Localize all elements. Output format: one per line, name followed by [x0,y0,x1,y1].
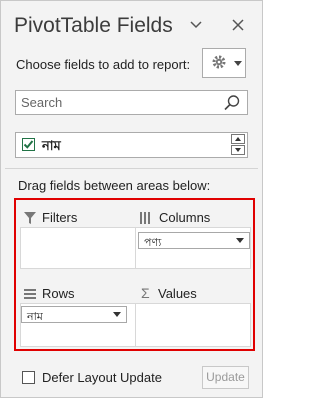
pane-title: PivotTable Fields [14,14,173,37]
field-list: নাম [15,132,248,158]
search-icon[interactable] [223,94,241,112]
gear-icon [210,53,228,76]
columns-field-label: পণ্য [144,237,162,249]
field-label: নাম [42,138,61,153]
field-list-scroll[interactable] [231,134,245,156]
rows-label: Rows [42,286,75,301]
columns-area[interactable]: পণ্য [135,227,251,269]
values-label: Values [158,286,197,301]
sigma-icon: Σ [141,285,150,301]
areas-instruction: Drag fields between areas below: [18,178,211,193]
search-box[interactable] [15,90,248,115]
chevron-down-icon [236,238,244,243]
defer-layout-label: Defer Layout Update [42,370,162,385]
filters-label: Filters [42,210,78,225]
filters-area[interactable] [20,227,136,269]
close-icon[interactable] [228,15,248,37]
defer-layout-checkbox[interactable] [22,371,35,384]
scroll-down-icon[interactable] [231,145,245,155]
chevron-down-icon [113,312,121,317]
field-item[interactable]: নাম [18,135,223,155]
rows-area[interactable]: নাম [20,303,136,347]
choose-fields-label: Choose fields to add to report: [16,57,191,72]
pane-options-chevron-icon[interactable] [186,15,206,37]
field-checkbox[interactable] [22,138,35,151]
chevron-down-icon [234,61,242,66]
columns-label: Columns [159,210,211,225]
divider [5,168,258,169]
search-input[interactable] [21,94,221,111]
pivottable-fields-pane: PivotTable Fields Choose fields to add t… [0,0,263,398]
scroll-up-icon[interactable] [231,134,245,144]
columns-field-dropdown[interactable]: পণ্য [138,232,250,249]
update-button[interactable]: Update [202,366,249,389]
rows-field-dropdown[interactable]: নাম [21,306,127,323]
tools-gear-button[interactable] [202,48,246,78]
values-area[interactable] [135,303,251,347]
rows-field-label: নাম [27,311,43,323]
